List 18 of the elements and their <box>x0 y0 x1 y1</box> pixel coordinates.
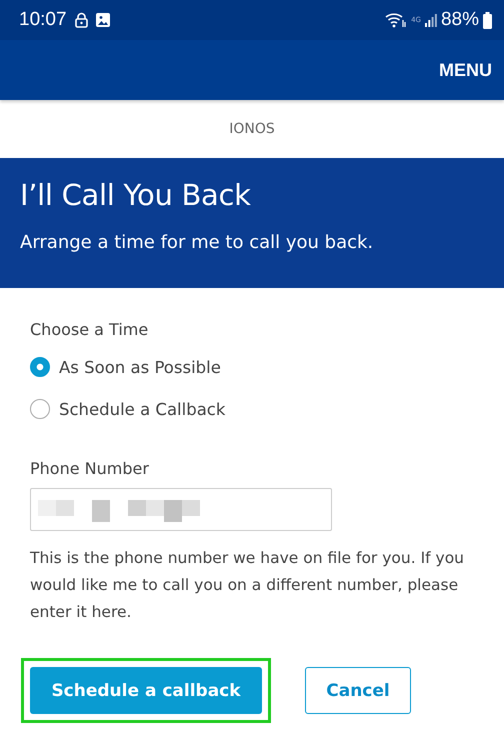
field-label: Phone Number <box>30 459 150 478</box>
brand-name: IONOS <box>229 121 275 137</box>
battery-icon <box>483 12 492 28</box>
field-label: Choose a Time <box>30 320 150 339</box>
radio-option[interactable]: Schedule a Callback <box>30 399 474 419</box>
page-subtitle: Arrange a time for me to call you back. <box>20 232 374 253</box>
wifi-icon <box>385 12 408 28</box>
menu-button[interactable]: MENU <box>437 56 494 84</box>
clock-time: 10:07 <box>19 9 67 31</box>
phone-number-field[interactable] <box>30 488 332 531</box>
battery-percent: 88% <box>440 9 479 31</box>
lock-icon <box>74 12 88 28</box>
radio-option[interactable]: As Soon as Possible <box>30 357 474 377</box>
page-title: I’ll Call You Back <box>20 178 252 212</box>
cancel-button[interactable]: Cancel <box>305 667 411 714</box>
image-icon <box>96 13 110 27</box>
signal-icon <box>424 13 437 27</box>
help-text: This is the phone number we have on file for you. If you would like me to call you on a different number, please enter it here. <box>30 548 465 623</box>
